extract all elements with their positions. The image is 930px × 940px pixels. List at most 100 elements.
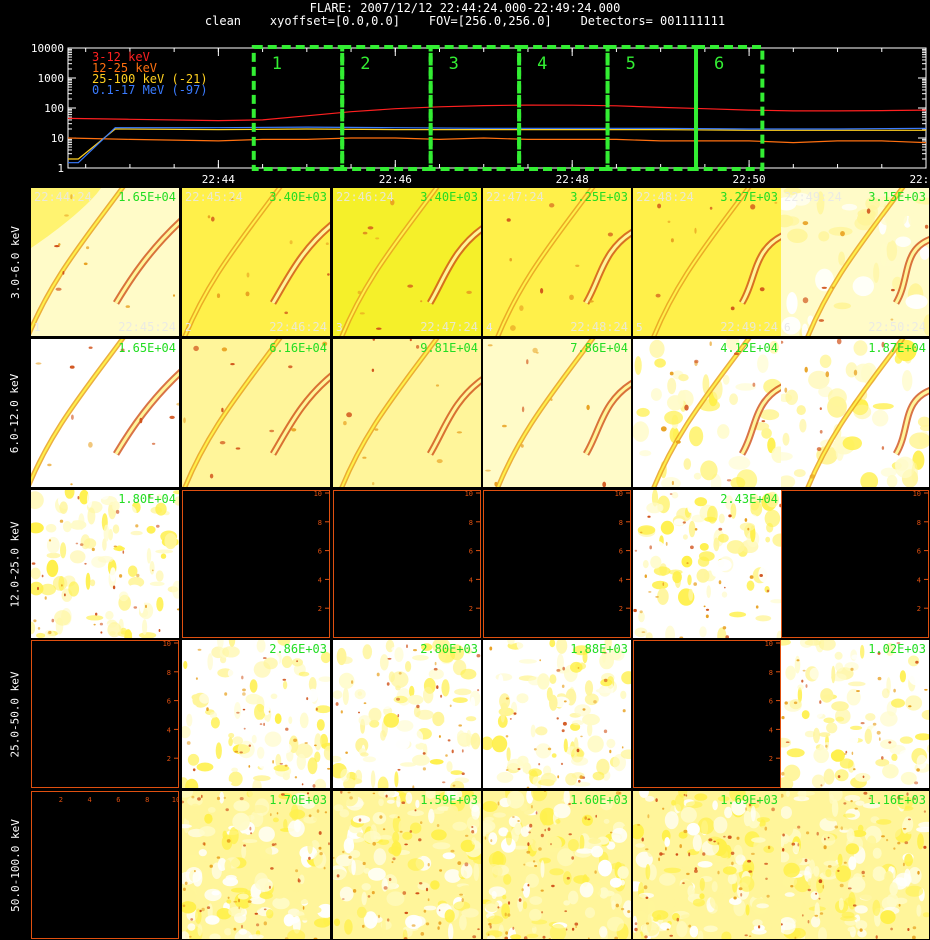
emission-blob xyxy=(85,572,91,590)
emission-blob xyxy=(457,861,462,865)
emission-blob xyxy=(872,899,881,916)
emission-blob xyxy=(923,845,927,849)
emission-blob xyxy=(744,518,748,522)
emission-blob xyxy=(824,837,826,841)
emission-blob xyxy=(125,305,130,308)
axis-tick-label: 10 xyxy=(163,641,171,648)
emission-blob xyxy=(146,548,152,564)
x-tick-label: 22:50 xyxy=(733,173,766,186)
emission-blob xyxy=(853,340,868,356)
emission-blob xyxy=(436,685,439,689)
emission-blob xyxy=(749,575,754,579)
emission-blob xyxy=(819,912,824,915)
emission-blob xyxy=(719,847,730,859)
emission-blob xyxy=(766,589,770,593)
emission-blob xyxy=(712,800,718,811)
emission-blob xyxy=(151,442,156,445)
emission-blob xyxy=(219,780,232,785)
emission-blob xyxy=(893,847,896,850)
emission-blob xyxy=(675,440,681,444)
emission-blob xyxy=(861,870,865,875)
emission-blob xyxy=(87,507,96,525)
emission-blob xyxy=(802,221,809,226)
axis-tick-label: 10 xyxy=(765,641,773,648)
emission-blob xyxy=(743,629,753,637)
emission-blob xyxy=(722,374,730,385)
emission-blob xyxy=(551,753,557,758)
emission-blob xyxy=(637,525,656,535)
emission-blob xyxy=(884,871,894,884)
emission-blob xyxy=(294,858,299,875)
emission-blob xyxy=(847,887,852,890)
emission-blob xyxy=(402,831,413,840)
emission-blob xyxy=(328,842,330,846)
interval-number: 5 xyxy=(636,321,643,334)
emission-blob xyxy=(362,231,368,235)
emission-blob xyxy=(221,407,224,413)
axis-tick-label: 8 xyxy=(167,669,171,677)
emission-blob xyxy=(687,574,692,586)
emission-blob xyxy=(914,781,919,785)
emission-blob xyxy=(306,697,309,701)
emission-blob xyxy=(770,831,777,843)
emission-blob xyxy=(708,838,713,842)
image-canvas xyxy=(483,640,631,788)
emission-blob xyxy=(561,729,565,733)
emission-blob xyxy=(226,839,231,843)
emission-blob xyxy=(883,823,902,839)
emission-blob xyxy=(483,801,498,812)
emission-blob xyxy=(915,660,919,664)
peak-value-label: 2.43E+04 xyxy=(720,492,778,506)
emission-blob xyxy=(88,346,93,349)
emission-blob xyxy=(758,925,761,929)
image-canvas xyxy=(633,188,781,336)
emission-blob xyxy=(135,524,139,528)
emission-blob xyxy=(285,727,289,731)
emission-blob xyxy=(86,491,93,508)
emission-blob xyxy=(433,667,438,671)
emission-blob xyxy=(139,596,145,614)
emission-blob xyxy=(510,325,516,331)
emission-blob xyxy=(295,869,299,873)
emission-blob xyxy=(538,847,542,851)
emission-blob xyxy=(698,551,715,562)
y-tick-label: 1 xyxy=(57,162,64,175)
x-tick-label: 22:48 xyxy=(556,173,589,186)
emission-blob xyxy=(419,739,438,744)
emission-blob xyxy=(697,861,713,868)
emission-blob xyxy=(564,910,568,913)
emission-blob xyxy=(336,647,347,666)
emission-blob xyxy=(164,533,177,550)
emission-blob xyxy=(688,852,691,857)
energy-band-text: 12.0-25.0 keV xyxy=(8,520,22,608)
emission-blob xyxy=(905,695,923,711)
image-panel: 3.27E+03 22:48:24 22:49:24 5 xyxy=(633,188,781,336)
emission-blob xyxy=(819,430,823,434)
emission-blob xyxy=(122,550,125,554)
emission-blob xyxy=(307,757,318,775)
emission-blob xyxy=(540,833,544,838)
emission-blob xyxy=(307,840,313,854)
emission-blob xyxy=(209,473,214,479)
image-panel: 2 4 6 8 10 xyxy=(31,791,179,939)
energy-band-text: 3.0-6.0 keV xyxy=(8,225,22,299)
emission-blob xyxy=(169,415,175,419)
emission-blob xyxy=(658,857,660,862)
emission-blob xyxy=(373,848,387,866)
emission-blob xyxy=(853,369,858,376)
emission-blob xyxy=(809,474,815,479)
emission-blob xyxy=(807,888,811,892)
axis-tick-label: 2 xyxy=(59,796,63,804)
emission-blob xyxy=(436,824,440,827)
emission-blob xyxy=(872,866,887,882)
emission-blob xyxy=(833,302,851,310)
emission-blob xyxy=(216,856,221,859)
emission-blob xyxy=(341,898,345,900)
emission-blob xyxy=(873,262,880,283)
emission-blob xyxy=(257,746,265,759)
emission-blob xyxy=(571,927,575,931)
emission-blob xyxy=(250,804,268,814)
emission-blob xyxy=(682,534,688,540)
emission-blob xyxy=(83,538,97,549)
emission-blob xyxy=(750,805,756,822)
